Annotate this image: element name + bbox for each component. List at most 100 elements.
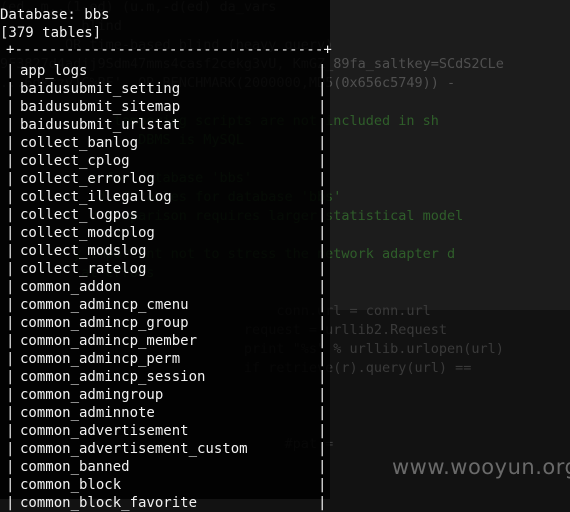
table-border-right: | [318, 189, 327, 205]
table-border-right: | [318, 387, 327, 403]
table-name: common_block [20, 477, 122, 493]
table-border-right: | [318, 63, 327, 79]
table-count: [379 tables] [0, 25, 102, 41]
table-name: common_advertisement_custom [20, 441, 248, 457]
table-border-left: | [6, 117, 15, 133]
table-border-right: | [318, 243, 327, 259]
table-border-left: | [6, 495, 15, 511]
table-border-right: | [318, 423, 327, 439]
table-row: | common_advertisement | [0, 422, 330, 440]
table-row: | collect_modslog | [0, 242, 330, 260]
table-border-right: | [318, 81, 327, 97]
table-border-right: | [318, 369, 327, 385]
table-row: | common_admincp_perm | [0, 350, 330, 368]
table-border-right: | [318, 477, 327, 493]
table-row: | common_banned | [0, 458, 330, 476]
table-row: | collect_errorlog | [0, 170, 330, 188]
table-border-left: | [6, 243, 15, 259]
table-name: collect_modcplog [20, 225, 155, 241]
table-border-right: | [318, 441, 327, 457]
table-name: common_admincp_member [20, 333, 198, 349]
table-row: | collect_cplog | [0, 152, 330, 170]
table-border-left: | [6, 81, 15, 97]
table-border-right: | [318, 279, 327, 295]
table-border-right: | [318, 99, 327, 115]
table-name: common_advertisement [20, 423, 189, 439]
table-border-left: | [6, 207, 15, 223]
table-border-right: | [318, 315, 327, 331]
table-border-left: | [6, 189, 15, 205]
table-border-right: | [318, 495, 327, 511]
table-name: common_admingroup [20, 387, 164, 403]
table-name: collect_errorlog [20, 171, 155, 187]
watermark: www.wooyun.org [392, 455, 570, 479]
table-border-right: | [318, 153, 327, 169]
database-header: Database: bbs [0, 7, 110, 23]
table-name: app_logs [20, 63, 88, 79]
table-name: common_admincp_group [20, 315, 189, 331]
table-border-left: | [6, 135, 15, 151]
table-row: | baidusubmit_urlstat | [0, 116, 330, 134]
table-name: common_block_favorite [20, 495, 198, 511]
table-name: collect_ratelog [20, 261, 147, 277]
table-border-left: | [6, 387, 15, 403]
table-border-left: | [6, 171, 15, 187]
table-row: | collect_logpos | [0, 206, 330, 224]
table-row: | app_logs | [0, 62, 330, 80]
table-row: | common_admincp_session | [0, 368, 330, 386]
table-row: | common_adminnote | [0, 404, 330, 422]
table-border-right: | [318, 171, 327, 187]
table-row: | collect_modcplog | [0, 224, 330, 242]
table-row: | common_addon | [0, 278, 330, 296]
table-border-left: | [6, 153, 15, 169]
table-row: | baidusubmit_sitemap | [0, 98, 330, 116]
table-border-left: | [6, 423, 15, 439]
table-name: common_admincp_perm [20, 351, 181, 367]
table-name: common_admincp_session [20, 369, 206, 385]
terminal-output-panel: Database: bbs [379 tables] +------------… [0, 0, 332, 511]
table-border-right: | [318, 207, 327, 223]
table-row: | common_advertisement_custom | [0, 440, 330, 458]
table-name: baidusubmit_setting [20, 81, 181, 97]
table-name: baidusubmit_urlstat [20, 117, 181, 133]
table-row: | common_admincp_cmenu | [0, 296, 330, 314]
table-border-right: | [318, 135, 327, 151]
table-border-left: | [6, 369, 15, 385]
table-border-left: | [6, 225, 15, 241]
table-name: common_banned [20, 459, 130, 475]
table-border-right: | [318, 333, 327, 349]
table-border-right: | [318, 297, 327, 313]
table-border-right: | [318, 459, 327, 475]
table-border-left: | [6, 477, 15, 493]
table-list: | app_logs | | baidusubmit_setting | | baidusub… [0, 62, 330, 512]
table-name: collect_modslog [20, 243, 147, 259]
table-name: collect_cplog [20, 153, 130, 169]
table-border-left: | [6, 261, 15, 277]
table-border-right: | [318, 405, 327, 421]
table-border-right: | [318, 117, 327, 133]
table-border-left: | [6, 99, 15, 115]
table-border-left: | [6, 279, 15, 295]
table-border-right: | [318, 225, 327, 241]
table-border-right: | [318, 351, 327, 367]
table-border-left: | [6, 333, 15, 349]
table-row: | collect_banlog | [0, 134, 330, 152]
table-border-left: | [6, 297, 15, 313]
table-row: | common_block | [0, 476, 330, 494]
table-row: | common_admincp_group | [0, 314, 330, 332]
table-border-left: | [6, 315, 15, 331]
table-border-top: +------------------------------------+ [6, 42, 332, 58]
table-name: common_addon [20, 279, 122, 295]
table-border-left: | [6, 405, 15, 421]
table-name: common_admincp_cmenu [20, 297, 189, 313]
table-name: baidusubmit_sitemap [20, 99, 181, 115]
table-name: collect_logpos [20, 207, 139, 223]
table-border-left: | [6, 351, 15, 367]
table-row: | common_admincp_member | [0, 332, 330, 350]
table-name: collect_banlog [20, 135, 139, 151]
table-row: | common_block_favorite | [0, 494, 330, 512]
table-row: | common_admingroup | [0, 386, 330, 404]
table-border-left: | [6, 441, 15, 457]
table-row: | collect_ratelog | [0, 260, 330, 278]
table-border-left: | [6, 459, 15, 475]
